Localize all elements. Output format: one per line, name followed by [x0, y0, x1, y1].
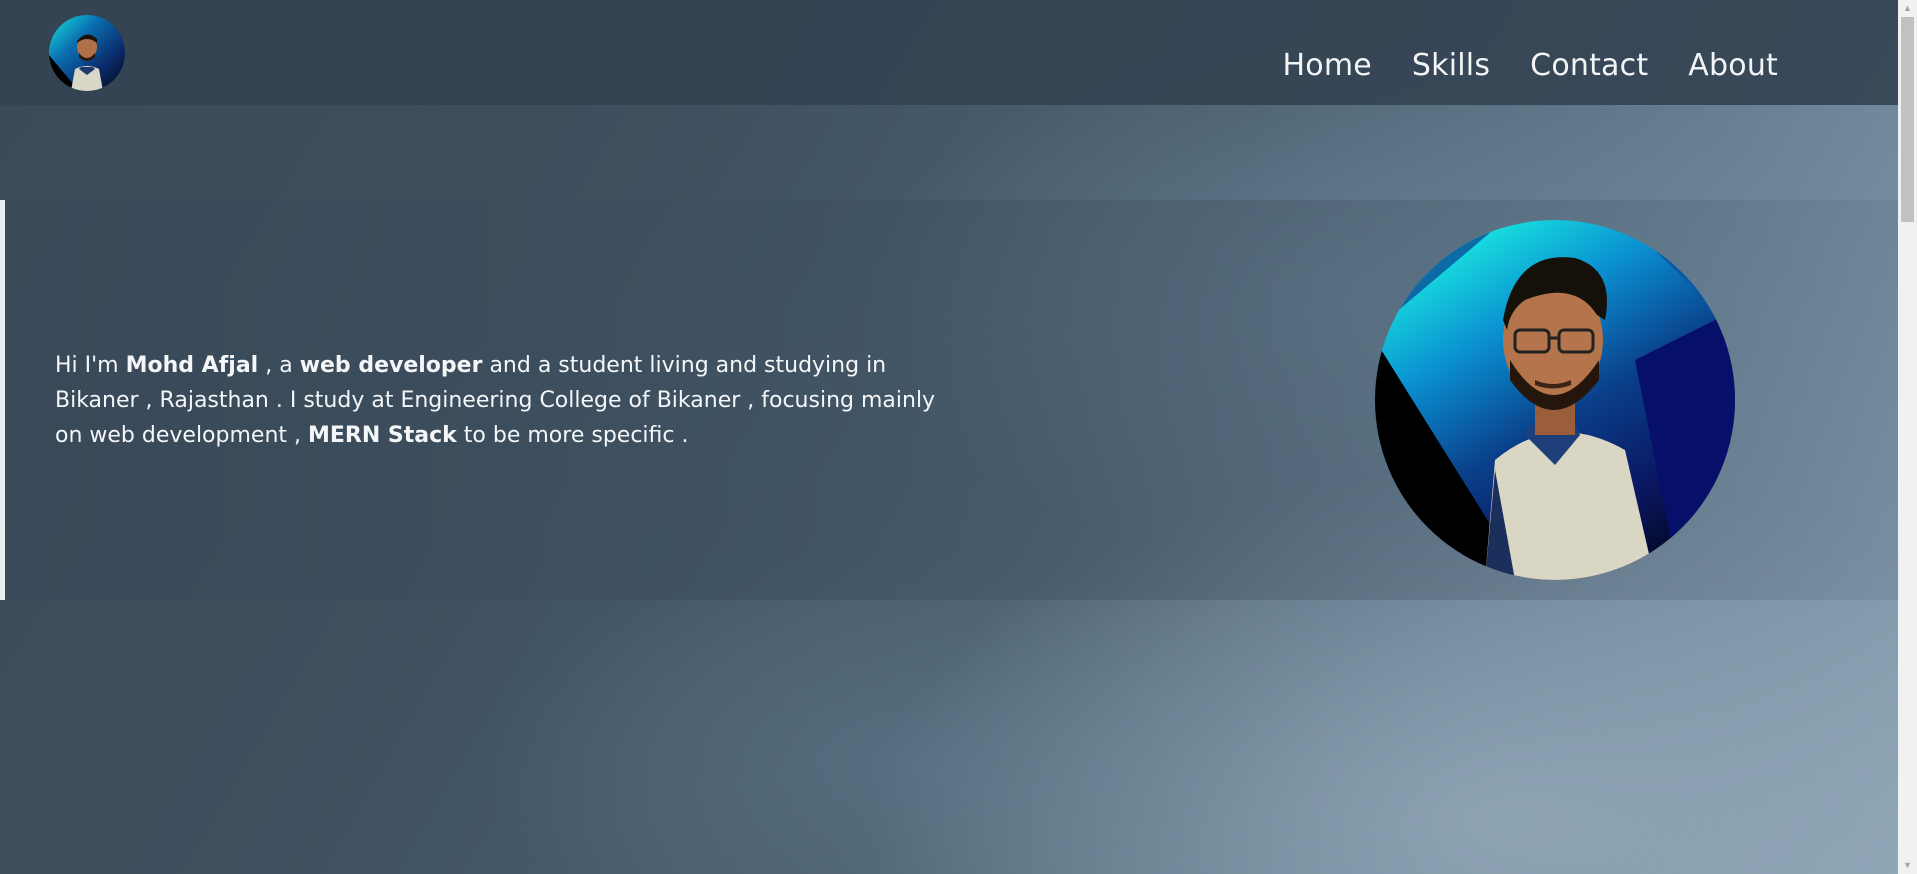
nav-home[interactable]: Home	[1283, 48, 1372, 83]
avatar-logo[interactable]	[49, 15, 125, 91]
hero-section: Hi I'm Mohd Afjal , a web developer and …	[0, 200, 1898, 600]
intro-name: Mohd Afjal	[125, 353, 259, 378]
nav-skills[interactable]: Skills	[1412, 48, 1490, 83]
intro-role: web developer	[299, 353, 483, 378]
intro-text: Hi I'm Mohd Afjal , a web developer and …	[55, 348, 955, 453]
main-nav: Home Skills Contact About	[1283, 48, 1779, 83]
profile-portrait	[1375, 220, 1735, 580]
hero-left-border	[0, 200, 5, 600]
scrollbar-thumb[interactable]	[1901, 17, 1914, 222]
intro-part: , a	[258, 353, 300, 378]
site-header: Home Skills Contact About	[0, 0, 1898, 105]
page: Home Skills Contact About Hi I'm Mohd Af…	[0, 0, 1898, 874]
logo-image	[49, 15, 125, 91]
scroll-down-arrow-icon[interactable]: ▼	[1898, 857, 1917, 874]
nav-contact[interactable]: Contact	[1530, 48, 1648, 83]
intro-stack: MERN Stack	[308, 423, 457, 448]
portrait-image	[1375, 220, 1735, 580]
nav-about[interactable]: About	[1688, 48, 1778, 83]
scroll-up-arrow-icon[interactable]: ▲	[1898, 0, 1917, 17]
intro-part: Hi I'm	[55, 353, 126, 378]
intro-part: to be more specific .	[456, 423, 689, 448]
vertical-scrollbar[interactable]: ▲ ▼	[1898, 0, 1917, 874]
